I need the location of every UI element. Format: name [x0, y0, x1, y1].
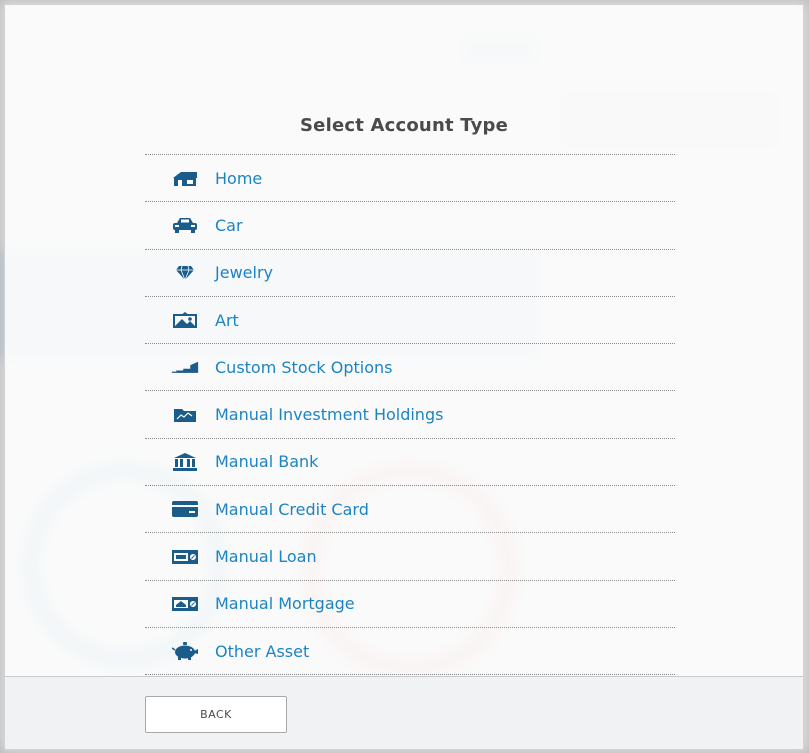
account-type-home[interactable]: Home — [145, 155, 675, 203]
account-type-car[interactable]: Car — [145, 202, 675, 250]
account-type-label: Manual Bank — [215, 452, 319, 472]
account-type-manual-investment-holdings[interactable]: Manual Investment Holdings — [145, 391, 675, 439]
investment-folder-icon — [171, 405, 199, 425]
credit-card-icon — [171, 499, 199, 519]
back-button[interactable]: BACK — [145, 696, 287, 733]
account-type-label: Home — [215, 168, 263, 188]
account-type-label: Art — [215, 310, 239, 330]
account-type-manual-credit-card[interactable]: Manual Credit Card — [145, 486, 675, 534]
account-type-label: Other Asset — [215, 641, 310, 661]
mortgage-icon — [171, 594, 199, 614]
home-icon — [171, 168, 199, 188]
piggy-bank-icon — [171, 641, 199, 661]
bank-icon — [171, 452, 199, 472]
account-type-jewelry[interactable]: Jewelry — [145, 250, 675, 297]
account-type-art[interactable]: Art — [145, 297, 675, 345]
modal-footer: BACK — [5, 676, 803, 749]
account-type-label: Manual Mortgage — [215, 594, 355, 614]
select-account-type-modal: Select Account Type Home Car Jewelry Art — [4, 4, 804, 750]
account-type-other-asset[interactable]: Other Asset — [145, 628, 675, 676]
account-type-label: Manual Investment Holdings — [215, 405, 444, 425]
modal-title: Select Account Type — [300, 115, 508, 136]
account-type-label: Manual Loan — [215, 547, 317, 567]
account-type-list: Home Car Jewelry Art Custom Stock Option… — [145, 154, 675, 676]
account-type-label: Manual Credit Card — [215, 499, 369, 519]
stock-options-icon — [171, 357, 199, 377]
account-type-label: Custom Stock Options — [215, 357, 393, 377]
account-type-manual-bank[interactable]: Manual Bank — [145, 439, 675, 487]
car-icon — [171, 215, 199, 235]
account-type-custom-stock-options[interactable]: Custom Stock Options — [145, 344, 675, 392]
account-type-manual-loan[interactable]: Manual Loan — [145, 533, 675, 581]
account-type-label: Jewelry — [215, 263, 273, 283]
loan-icon — [171, 547, 199, 567]
jewelry-icon — [171, 263, 199, 283]
art-icon — [171, 310, 199, 330]
account-type-manual-mortgage[interactable]: Manual Mortgage — [145, 581, 675, 628]
account-type-label: Car — [215, 215, 243, 235]
